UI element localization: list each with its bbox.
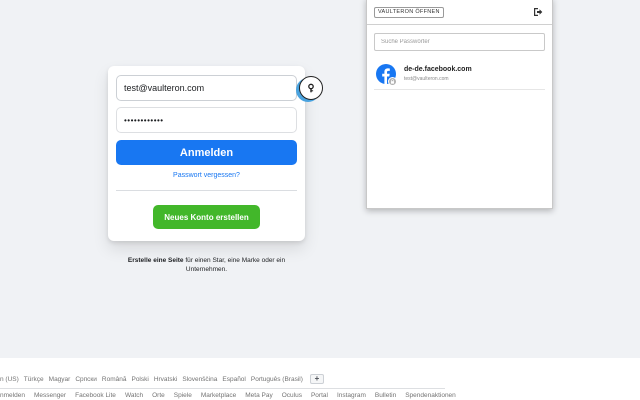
- language-link[interactable]: Hrvatski: [154, 376, 177, 383]
- footer-link[interactable]: Bulletin: [375, 392, 396, 399]
- language-link[interactable]: Türkçe: [24, 376, 44, 383]
- language-link[interactable]: Português (Brasil): [251, 376, 303, 383]
- language-link[interactable]: Polski: [131, 376, 148, 383]
- footer-link[interactable]: Watch: [125, 392, 143, 399]
- password-manager-popup: VAULTERON ÖFFNEN de-de.facebook.com test…: [366, 0, 553, 209]
- logout-icon[interactable]: [533, 7, 543, 17]
- open-vault-button[interactable]: VAULTERON ÖFFNEN: [374, 7, 444, 18]
- create-page-description: für einen Star, eine Marke oder ein Unte…: [183, 257, 286, 273]
- language-link[interactable]: Español: [222, 376, 246, 383]
- divider: [116, 190, 297, 191]
- email-field[interactable]: [116, 75, 297, 101]
- footer-link[interactable]: Spiele: [174, 392, 192, 399]
- language-link[interactable]: Română: [102, 376, 127, 383]
- create-page-link[interactable]: Erstelle eine Seite: [128, 257, 184, 264]
- language-link[interactable]: n (US): [0, 376, 19, 383]
- create-page-text: Erstelle eine Seite für einen Star, eine…: [108, 256, 305, 274]
- footer-link[interactable]: Messenger: [34, 392, 66, 399]
- footer-link[interactable]: Oculus: [282, 392, 302, 399]
- password-entry[interactable]: de-de.facebook.com test@vaulteron.com: [374, 60, 545, 90]
- lock-icon: [388, 77, 397, 86]
- language-link[interactable]: Magyar: [49, 376, 71, 383]
- password-search-input[interactable]: [374, 33, 545, 51]
- add-language-button[interactable]: +: [309, 374, 324, 384]
- password-field[interactable]: [116, 107, 297, 133]
- language-link[interactable]: Slovenščina: [182, 376, 217, 383]
- footer-divider: [0, 388, 445, 389]
- footer-link[interactable]: Instagram: [337, 392, 366, 399]
- popup-header: VAULTERON ÖFFNEN: [367, 0, 552, 25]
- entry-title: de-de.facebook.com: [404, 66, 472, 73]
- footer-link[interactable]: Orte: [152, 392, 165, 399]
- vaulteron-key-icon[interactable]: [299, 76, 323, 100]
- footer-link[interactable]: nmelden: [0, 392, 25, 399]
- create-account-button[interactable]: Neues Konto erstellen: [153, 205, 260, 229]
- login-card: Anmelden Passwort vergessen? Neues Konto…: [108, 66, 323, 241]
- login-button[interactable]: Anmelden: [116, 140, 297, 165]
- footer-link[interactable]: Spendenaktionen: [405, 392, 456, 399]
- footer-link[interactable]: Marketplace: [201, 392, 236, 399]
- language-list: n (US) Türkçe Magyar Српски Română Polski Hrva…: [0, 374, 324, 384]
- footer-link[interactable]: Meta Pay: [245, 392, 272, 399]
- language-link[interactable]: Српски: [75, 376, 97, 383]
- footer-link[interactable]: Portal: [311, 392, 328, 399]
- forgot-password-link[interactable]: Passwort vergessen?: [108, 172, 305, 179]
- footer: n (US) Türkçe Magyar Српски Română Polski Hrva…: [0, 358, 640, 400]
- entry-username: test@vaulteron.com: [404, 76, 449, 82]
- footer-link[interactable]: Facebook Lite: [75, 392, 116, 399]
- footer-links: nmelden Messenger Facebook Lite Watch Orte Sp…: [0, 392, 465, 399]
